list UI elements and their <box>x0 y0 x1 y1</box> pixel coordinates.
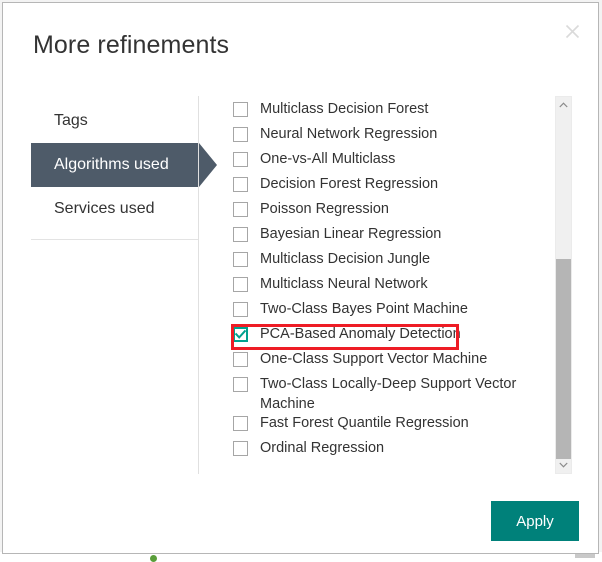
more-refinements-dialog: More refinements Tags Algorithms used Se… <box>2 2 599 554</box>
checkbox-icon[interactable] <box>233 277 248 292</box>
list-item-label: Two-Class Locally-Deep Support Vector Ma… <box>260 376 517 412</box>
sidebar-item-services-used[interactable]: Services used <box>31 187 199 231</box>
sidebar-item-label: Tags <box>54 112 88 129</box>
dialog-title: More refinements <box>33 31 230 59</box>
list-item[interactable]: Multiclass Decision Jungle <box>233 250 543 275</box>
list-item-label: One-Class Support Vector Machine <box>260 351 488 367</box>
list-item[interactable]: PCA-Based Anomaly Detection <box>233 325 543 350</box>
algorithm-option-list: Multiclass Decision Forest Neural Network… <box>233 100 543 464</box>
list-item-label: Poisson Regression <box>260 201 389 217</box>
sidebar-item-label: Services used <box>54 200 155 217</box>
list-scrollbar[interactable] <box>555 96 572 474</box>
list-item[interactable]: Ordinal Regression <box>233 439 543 464</box>
list-item-label: Ordinal Regression <box>260 440 385 456</box>
checkbox-icon[interactable] <box>233 102 248 117</box>
list-item[interactable]: One-vs-All Multiclass <box>233 150 543 175</box>
checkbox-checked-icon[interactable] <box>233 327 248 342</box>
checkbox-icon[interactable] <box>233 127 248 142</box>
list-item-label: PCA-Based Anomaly Detection <box>260 326 461 342</box>
list-item[interactable]: Multiclass Neural Network <box>233 275 543 300</box>
list-item-label: One-vs-All Multiclass <box>260 151 396 167</box>
checkbox-icon[interactable] <box>233 352 248 367</box>
chevron-up-icon[interactable] <box>556 97 571 113</box>
list-item[interactable]: Bayesian Linear Regression <box>233 225 543 250</box>
panel-divider <box>198 96 199 474</box>
apply-button[interactable]: Apply <box>491 501 579 541</box>
list-item-label: Multiclass Neural Network <box>260 276 428 292</box>
list-item[interactable]: Decision Forest Regression <box>233 175 543 200</box>
sidebar-item-label: Algorithms used <box>54 156 169 173</box>
chevron-down-icon[interactable] <box>556 457 571 473</box>
sidebar-item-algorithms-used[interactable]: Algorithms used <box>31 143 217 187</box>
checkbox-icon[interactable] <box>233 416 248 431</box>
list-item[interactable]: Multiclass Decision Forest <box>233 100 543 125</box>
sidebar-item-tags[interactable]: Tags <box>31 99 199 143</box>
list-item-label: Two-Class Bayes Point Machine <box>260 301 468 317</box>
list-item-label: Neural Network Regression <box>260 126 438 142</box>
close-icon[interactable] <box>558 17 586 45</box>
checkbox-icon[interactable] <box>233 202 248 217</box>
checkbox-icon[interactable] <box>233 152 248 167</box>
list-item[interactable]: One-Class Support Vector Machine <box>233 350 543 375</box>
list-item-label: Multiclass Decision Jungle <box>260 251 431 267</box>
checkbox-icon[interactable] <box>233 227 248 242</box>
list-item[interactable]: Poisson Regression <box>233 200 543 225</box>
refinement-category-nav: Tags Algorithms used Services used <box>31 99 217 240</box>
checkbox-icon[interactable] <box>233 177 248 192</box>
nav-divider <box>31 239 199 240</box>
list-item[interactable]: Neural Network Regression <box>233 125 543 150</box>
checkbox-icon[interactable] <box>233 252 248 267</box>
list-item-label: Multiclass Decision Forest <box>260 101 429 117</box>
checkbox-icon[interactable] <box>233 441 248 456</box>
nav-selected-pointer-icon <box>199 143 217 187</box>
checkbox-icon[interactable] <box>233 377 248 392</box>
checkbox-icon[interactable] <box>233 302 248 317</box>
scrollbar-thumb[interactable] <box>556 259 571 459</box>
list-item[interactable]: Fast Forest Quantile Regression <box>233 414 543 439</box>
list-item[interactable]: Two-Class Bayes Point Machine <box>233 300 543 325</box>
list-item-label: Decision Forest Regression <box>260 176 439 192</box>
list-item-label: Bayesian Linear Regression <box>260 226 442 242</box>
background-dot-green <box>150 555 157 562</box>
list-item-label: Fast Forest Quantile Regression <box>260 415 469 431</box>
list-item[interactable]: Two-Class Locally-Deep Support Vector Ma… <box>233 375 543 414</box>
